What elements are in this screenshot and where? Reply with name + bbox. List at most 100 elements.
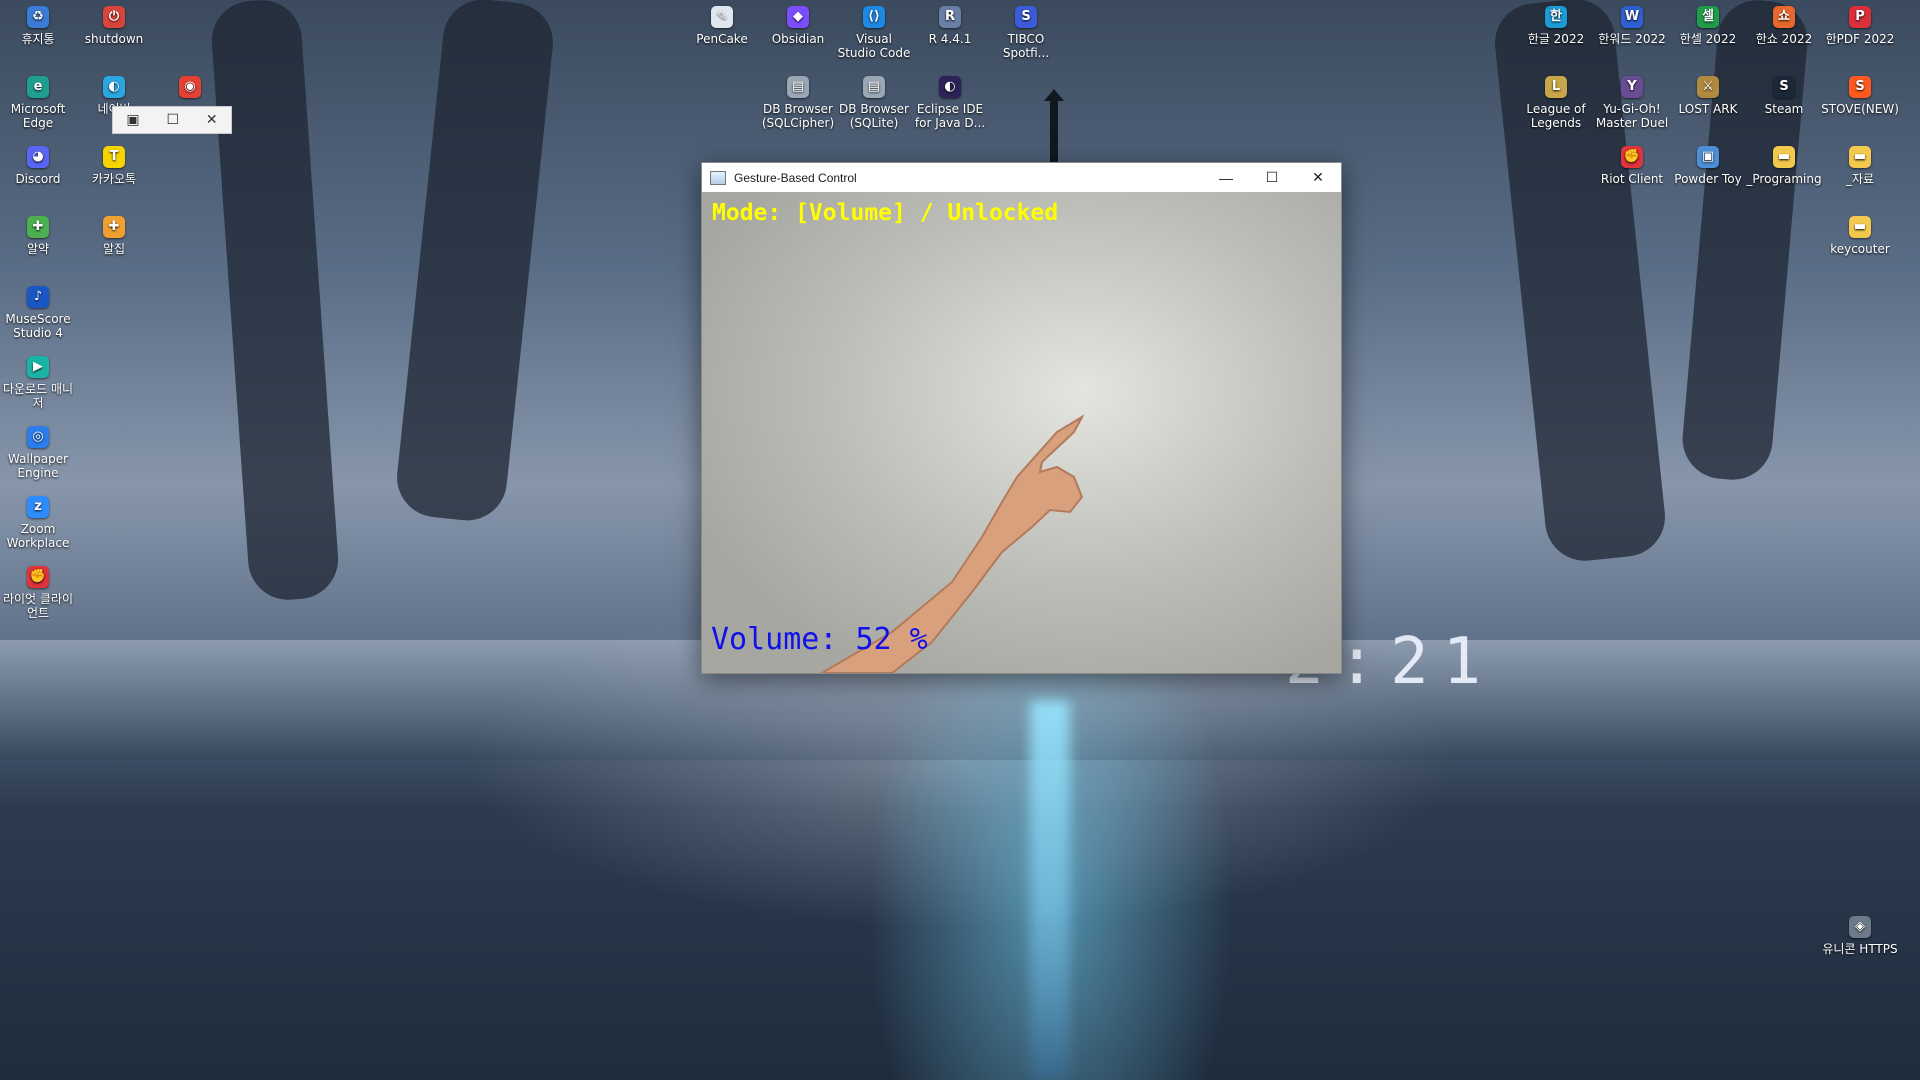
desktop-icon[interactable]: 셀 한셀 2022	[1670, 6, 1746, 46]
desktop-icon[interactable]: T 카카오톡	[76, 146, 152, 186]
desktop-icon-label: _Programing	[1746, 172, 1822, 186]
maximize-button[interactable]: ☐	[1249, 163, 1295, 192]
desktop-icon[interactable]: ◈ 유니콘 HTTPS	[1822, 916, 1898, 956]
desktop-icon[interactable]: ◐ Eclipse IDE for Java D...	[912, 76, 988, 130]
vscode-icon: ⟨⟩	[863, 6, 885, 28]
r-icon: R	[939, 6, 961, 28]
close-icon[interactable]: ✕	[206, 112, 218, 128]
desktop-icon[interactable]: ▤ DB Browser (SQLCipher)	[760, 76, 836, 130]
desktop-icon[interactable]: ✚ 알약	[0, 216, 76, 256]
volume-level-text: Volume: 52 %	[711, 622, 928, 657]
chrome-icon: ◉	[179, 76, 201, 98]
desktop-icon-label: TIBCO Spotfi...	[1002, 32, 1050, 60]
yugioh-icon: Y	[1621, 76, 1643, 98]
close-button[interactable]: ✕	[1295, 163, 1341, 192]
desktop-icon-label: STOVE(NEW)	[1821, 102, 1899, 116]
download-manager-icon: ▶	[27, 356, 49, 378]
desktop-icon[interactable]: ✚ 알집	[76, 216, 152, 256]
unicorn-https-icon: ◈	[1849, 916, 1871, 938]
desktop-icon-label: Obsidian	[771, 32, 825, 46]
gesture-control-window[interactable]: Gesture-Based Control — ☐ ✕ Mode: [Volum…	[701, 162, 1342, 674]
folder-icon: ▬	[1849, 216, 1871, 238]
desktop-icon-label: _자료	[1845, 172, 1875, 186]
hanword-icon: W	[1621, 6, 1643, 28]
desktop-icon-label: 알약	[26, 242, 50, 256]
eclipse-icon: ◐	[939, 76, 961, 98]
desktop-icon[interactable]: ◉	[152, 76, 228, 102]
discord-icon: ◕	[27, 146, 49, 168]
obsidian-icon: ◆	[787, 6, 809, 28]
naver-whale-icon: ◐	[103, 76, 125, 98]
desktop-icon-label: Zoom Workplace	[6, 522, 70, 550]
desktop-icon[interactable]: ▣ Powder Toy	[1670, 146, 1746, 186]
desktop-icon-label: 알집	[102, 242, 126, 256]
desktop-icon-label: 한워드 2022	[1598, 32, 1666, 46]
desktop-icon[interactable]: e Microsoft Edge	[0, 76, 76, 130]
steam-icon: S	[1773, 76, 1795, 98]
desktop-icon-label: PenCake	[696, 32, 748, 46]
desktop-icon[interactable]: S TIBCO Spotfi...	[988, 6, 1064, 60]
desktop-icon-label: 한쇼 2022	[1755, 32, 1813, 46]
desktop-icon[interactable]: ✊ Riot Client	[1594, 146, 1670, 186]
desktop-icon[interactable]: ⏻ shutdown	[76, 6, 152, 46]
desktop-icon-label: LOST ARK	[1678, 102, 1738, 116]
desktop-icon[interactable]: ◆ Obsidian	[760, 6, 836, 46]
minimize-button[interactable]: —	[1203, 163, 1249, 192]
desktop-icon[interactable]: 쇼 한쇼 2022	[1746, 6, 1822, 46]
alyac-icon: ✚	[27, 216, 49, 238]
desktop-icon-label: DB Browser (SQLCipher)	[761, 102, 835, 130]
desktop: 2:21 ♻휴지통⏻shutdowneMicrosoft Edge◐네이버◉◕D…	[0, 0, 1920, 1080]
desktop-icon[interactable]: ✎ PenCake	[684, 6, 760, 46]
wallpaper-tree	[209, 0, 341, 603]
desktop-icon-label: MuseScore Studio 4	[5, 312, 71, 340]
desktop-icon[interactable]: W 한워드 2022	[1594, 6, 1670, 46]
desktop-icon[interactable]: ▬ _자료	[1822, 146, 1898, 186]
desktop-icon[interactable]: P 한PDF 2022	[1822, 6, 1898, 46]
wallpaper-tree	[393, 0, 557, 525]
desktop-icon-label: DB Browser (SQLite)	[839, 102, 909, 130]
window-titlebar[interactable]: Gesture-Based Control — ☐ ✕	[702, 163, 1341, 192]
desktop-icon[interactable]: ▬ keycouter	[1822, 216, 1898, 256]
desktop-icon-label: Powder Toy	[1674, 172, 1742, 186]
desktop-icon[interactable]: 한 한글 2022	[1518, 6, 1594, 46]
desktop-icon-label: 휴지통	[21, 32, 55, 46]
db-browser-sqlite-icon: ▤	[863, 76, 885, 98]
desktop-icon[interactable]: ▶ 다운로드 매니저	[0, 356, 76, 410]
desktop-icon[interactable]: ▤ DB Browser (SQLite)	[836, 76, 912, 130]
desktop-icon[interactable]: S STOVE(NEW)	[1821, 76, 1899, 116]
recycle-bin-icon: ♻	[27, 6, 49, 28]
desktop-icon[interactable]: R R 4.4.1	[912, 6, 988, 46]
desktop-icon[interactable]: ♪ MuseScore Studio 4	[0, 286, 76, 340]
desktop-icon[interactable]: ▬ _Programing	[1746, 146, 1822, 186]
desktop-icon[interactable]: ⚔ LOST ARK	[1670, 76, 1746, 116]
wallpaper-tree	[1679, 0, 1811, 484]
folder-icon: ▬	[1849, 146, 1871, 168]
desktop-icon-label: Discord	[15, 172, 61, 186]
desktop-icon-label: Yu-Gi-Oh! Master Duel	[1595, 102, 1669, 130]
desktop-icon[interactable]: ✊ 라이엇 클라이언트	[0, 566, 76, 620]
shutdown-icon: ⏻	[103, 6, 125, 28]
camera-feed: Mode: [Volume] / Unlocked Volume: 52 %	[702, 192, 1341, 673]
desktop-icon-label: 유니콘 HTTPS	[1822, 942, 1898, 956]
mode-status-text: Mode: [Volume] / Unlocked	[712, 200, 1059, 226]
desktop-icon[interactable]: z Zoom Workplace	[0, 496, 76, 550]
desktop-icon[interactable]: ◎ Wallpaper Engine	[0, 426, 76, 480]
desktop-icon[interactable]: ◕ Discord	[0, 146, 76, 186]
wallpaper-glow	[1030, 700, 1070, 1080]
maximize-icon[interactable]: ☐	[166, 112, 179, 128]
desktop-icon[interactable]: L League of Legends	[1518, 76, 1594, 130]
desktop-icon[interactable]: ♻ 휴지통	[0, 6, 76, 46]
mini-window[interactable]: ▣ ☐ ✕	[112, 106, 232, 134]
desktop-icon-label: Steam	[1764, 102, 1804, 116]
desktop-icon[interactable]: ⟨⟩ Visual Studio Code	[836, 6, 912, 60]
desktop-icon-label: 라이엇 클라이언트	[2, 592, 74, 620]
desktop-icon[interactable]: S Steam	[1746, 76, 1822, 116]
desktop-icon[interactable]: Y Yu-Gi-Oh! Master Duel	[1594, 76, 1670, 130]
hancell-icon: 셀	[1697, 6, 1719, 28]
desktop-icon-label: Wallpaper Engine	[7, 452, 69, 480]
riot-client-icon: ✊	[27, 566, 49, 588]
hand-image	[820, 414, 1085, 673]
wallpaper-sword	[1044, 89, 1064, 165]
edge-icon: e	[27, 76, 49, 98]
desktop-icon-label: 카카오톡	[91, 172, 137, 186]
